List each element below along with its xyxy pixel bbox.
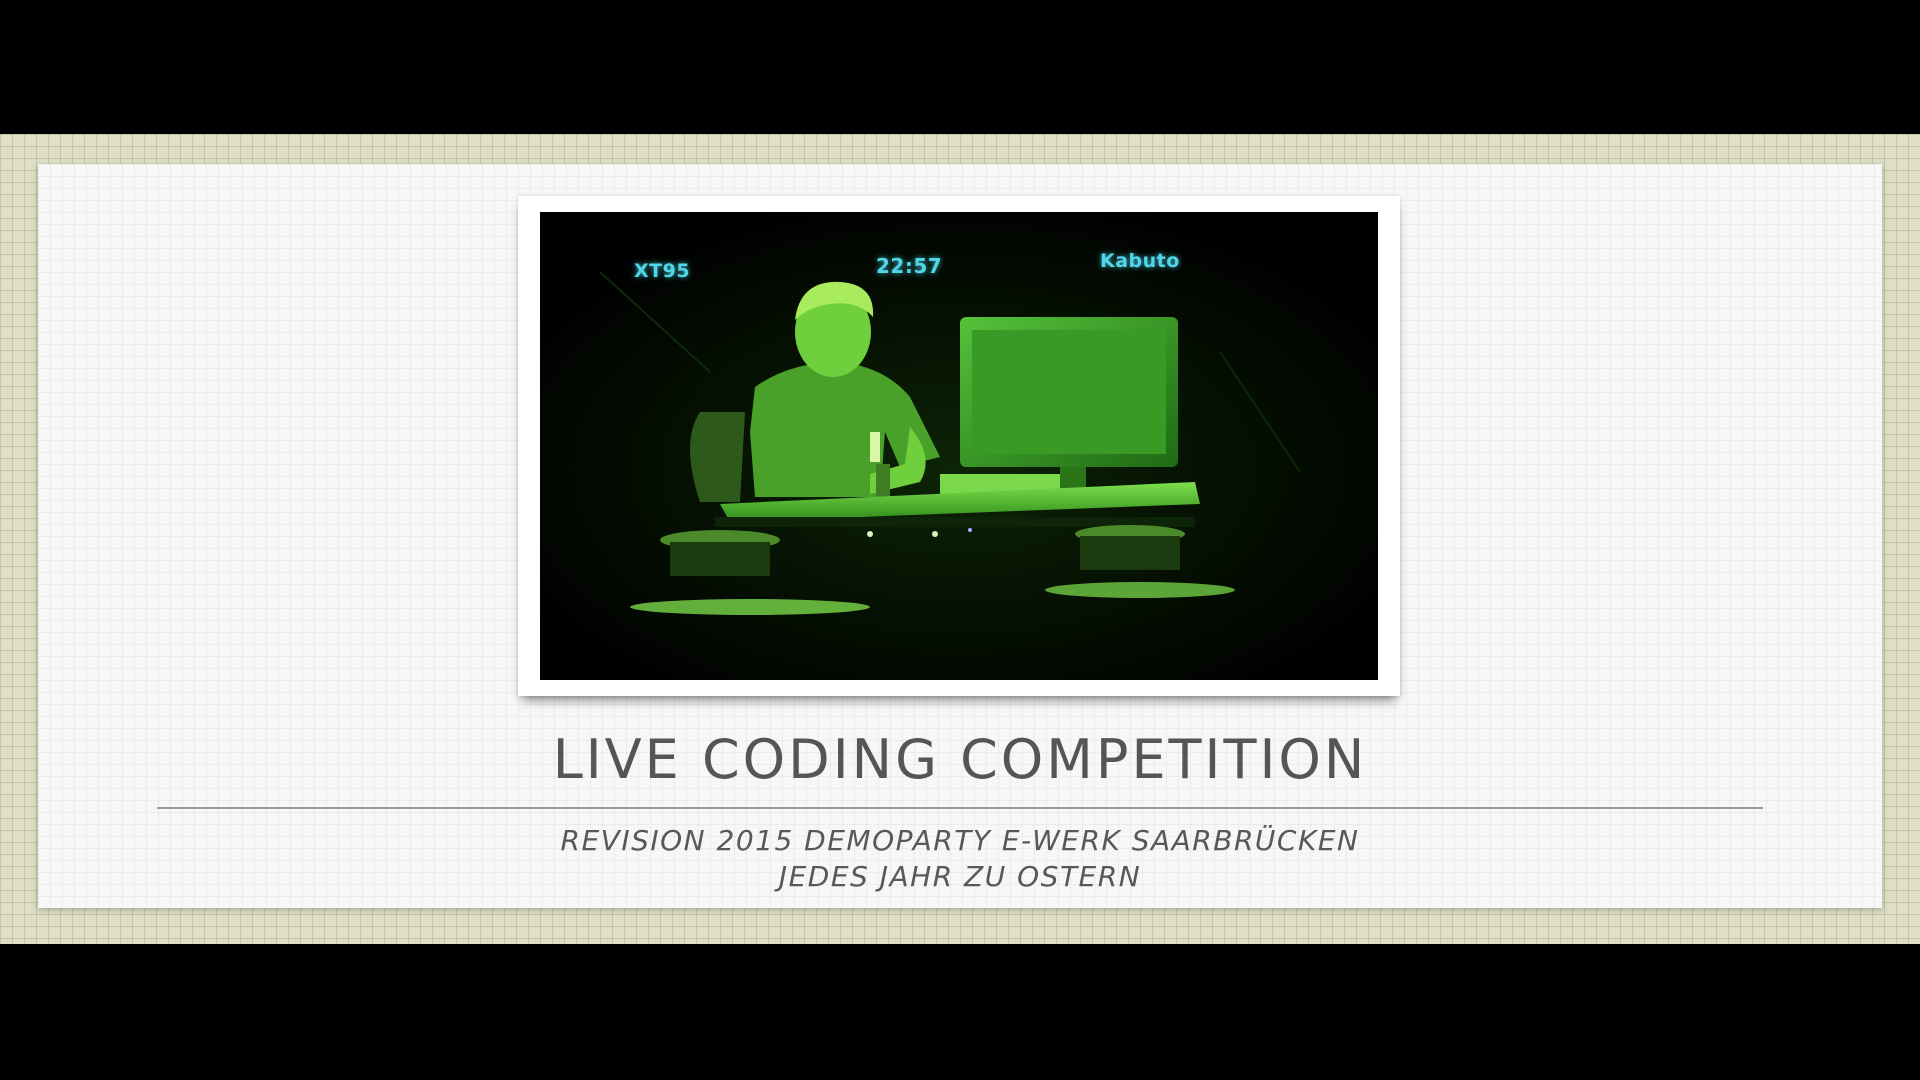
hud-timer: 22:57 bbox=[876, 254, 943, 278]
slide-subtitle-line-1: REVISION 2015 DEMOPARTY E-WERK SAARBRÜCK… bbox=[560, 824, 1360, 857]
hud-player-left: XT95 bbox=[634, 260, 691, 282]
photo-frame: XT95 22:57 Kabuto bbox=[518, 196, 1400, 696]
presentation-screen: XT95 22:57 Kabuto LIVE CODING COMPETITIO… bbox=[0, 0, 1920, 1080]
stage-photo-image bbox=[540, 212, 1378, 680]
letterbox-top bbox=[0, 0, 1920, 134]
slide-subtitle-line-2: JEDES JAHR ZU OSTERN bbox=[778, 860, 1142, 893]
stage-photo: XT95 22:57 Kabuto bbox=[540, 212, 1378, 680]
hud-player-right: Kabuto bbox=[1100, 250, 1180, 272]
title-divider bbox=[157, 807, 1763, 809]
letterbox-bottom bbox=[0, 944, 1920, 1080]
slide-title: LIVE CODING COMPETITION bbox=[552, 728, 1368, 791]
